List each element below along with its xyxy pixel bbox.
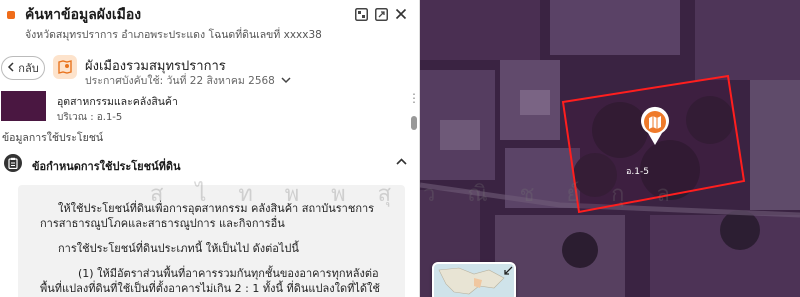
plan-date-selector[interactable]: ประกาศบังคับใช้: วันที่ 22 สิงหาคม 2568 [85,72,291,89]
location-pin-icon[interactable] [639,106,671,146]
minimap[interactable] [432,262,516,297]
zone-name: อุตสาหกรรมและคลังสินค้า [57,96,178,108]
regulations-header[interactable]: ข้อกำหนดการใช้ประโยชน์ที่ดิน [0,150,408,176]
city-plan-icon [53,55,77,79]
info-panel: ค้นหาข้อมูลผังเมือง จังหวัดสมุทรปราการ อ… [0,0,420,297]
satellite-map[interactable]: อ.1-5 [420,0,800,297]
regulation-paragraph: ให้ใช้ประโยชน์ที่ดินเพื่อการอุตสาหกรรม ค… [40,202,375,230]
zone-code: บริเวณ : อ.1-5 [57,112,123,123]
parcel-zone-label: อ.1-5 [626,167,649,177]
clipboard-icon [4,154,22,172]
panel-header: ค้นหาข้อมูลผังเมือง จังหวัดสมุทรปราการ อ… [0,0,419,46]
scrollbar-thumb[interactable] [411,116,417,130]
regulation-paragraph: การใช้ประโยชน์ที่ดินประเภทนี้ ให้เป็นไป … [58,242,299,255]
layout-icon[interactable] [354,7,368,21]
close-icon[interactable] [394,7,408,21]
plan-effective-date: ประกาศบังคับใช้: วันที่ 22 สิงหาคม 2568 [85,75,275,87]
panel-title: ค้นหาข้อมูลผังเมือง [25,7,142,23]
map-imagery [420,0,800,297]
back-button[interactable]: กลับ [1,56,45,80]
regulations-content: ให้ใช้ประโยชน์ที่ดินเพื่อการอุตสาหกรรม ค… [18,185,405,297]
more-options-icon[interactable]: ⋮ [408,92,419,104]
app-indicator-dot [7,11,15,19]
regulation-paragraph: (1) ให้มีอัตราส่วนพื้นที่อาคารรวมกันทุกช… [40,267,380,295]
land-use-label: ข้อมูลการใช้ประโยชน์ [2,132,104,144]
regulations-title: ข้อกำหนดการใช้ประโยชน์ที่ดิน [32,160,181,173]
window-controls [354,7,408,21]
back-label: กลับ [18,62,39,75]
location-subtitle: จังหวัดสมุทรปราการ อำเภอพระประแดง โฉนดที… [25,29,322,41]
zone-color-swatch [1,91,46,121]
expand-icon[interactable] [374,7,388,21]
minimap-imagery [434,264,514,297]
chevron-up-icon[interactable] [396,155,407,168]
chevron-left-icon [7,61,15,75]
chevron-down-icon [281,75,291,87]
